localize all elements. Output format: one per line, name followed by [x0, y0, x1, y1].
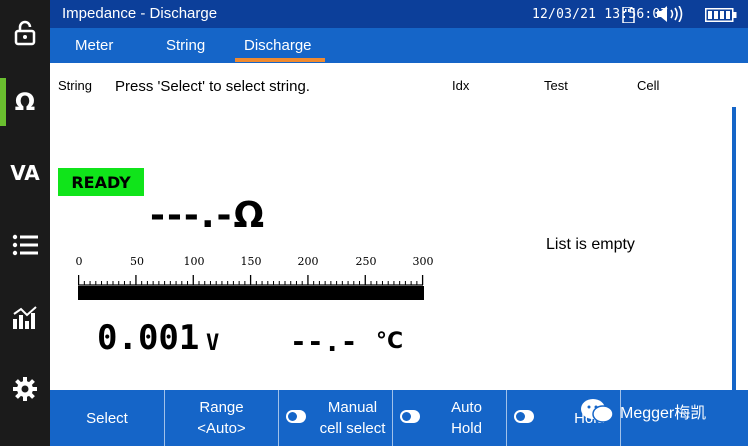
hold-toggle[interactable]	[514, 410, 534, 423]
list-empty-message: List is empty	[546, 236, 635, 253]
auto-hold-text: Auto Hold	[451, 397, 482, 439]
range-button[interactable]: Range <Auto>	[165, 390, 278, 446]
tab-discharge[interactable]: Discharge	[244, 37, 312, 54]
scale-label: 200	[297, 255, 319, 268]
gear-icon	[13, 377, 37, 401]
watermark-text: Megger梅凯	[620, 405, 707, 422]
voltage-value: 0.001	[97, 318, 200, 358]
manual-cell-text: Manual cell select	[320, 397, 386, 439]
battery-icon	[705, 8, 737, 22]
manual-cell-select-button[interactable]: Manual cell select	[279, 390, 392, 446]
manual-cell-label-2: cell select	[319, 420, 386, 437]
range-label: Range	[199, 399, 244, 416]
impedance-readout: ---.-Ω	[150, 195, 266, 236]
va-button[interactable]: VA	[0, 150, 50, 196]
select-button[interactable]: Select	[50, 390, 164, 446]
status-badge: READY	[58, 168, 144, 196]
speaker-icon	[657, 6, 683, 22]
column-idx: Idx	[452, 78, 470, 93]
settings-button[interactable]	[0, 366, 50, 412]
scale-label: 100	[183, 255, 205, 268]
auto-hold-label-2: Hold	[451, 420, 482, 437]
sd-card-icon	[622, 7, 635, 23]
manual-cell-toggle[interactable]	[286, 410, 306, 423]
title-bar: Impedance - Discharge 12/03/21 13:56:07	[50, 0, 748, 28]
tab-meter[interactable]: Meter	[75, 37, 113, 54]
temperature-unit: °C	[376, 329, 404, 354]
list-icon	[12, 234, 38, 256]
voltage-unit: V	[206, 331, 220, 356]
select-label: Select	[86, 409, 128, 427]
va-icon: VA	[10, 161, 40, 185]
active-tab-underline	[235, 58, 325, 62]
column-test: Test	[544, 78, 568, 93]
datetime: 12/03/21 13:56:07	[532, 7, 669, 22]
scale-label: 300	[412, 255, 434, 268]
ohm-button[interactable]: Ω	[0, 78, 50, 126]
wechat-icon	[581, 399, 614, 423]
unlock-icon	[14, 20, 36, 46]
impedance-bar	[78, 286, 424, 300]
manual-cell-label-1: Manual	[327, 399, 378, 416]
instruction-text: Press 'Select' to select string.	[115, 78, 310, 95]
impedance-unit: Ω	[233, 195, 267, 236]
column-cell: Cell	[637, 78, 660, 93]
range-value: <Auto>	[197, 420, 246, 437]
window-title: Impedance - Discharge	[62, 5, 218, 22]
auto-hold-label-1: Auto	[451, 399, 482, 416]
chart-icon	[13, 306, 37, 329]
scale-label: 0	[75, 255, 83, 268]
trend-button[interactable]	[0, 294, 50, 340]
scale-label: 250	[355, 255, 377, 268]
string-label: String	[58, 78, 92, 93]
list-button[interactable]	[0, 222, 50, 268]
scale-label: 50	[130, 255, 144, 268]
scale-label: 150	[240, 255, 262, 268]
watermark: Megger梅凯	[580, 398, 706, 424]
unlock-button[interactable]	[0, 8, 50, 58]
tab-string[interactable]: String	[166, 37, 205, 54]
temperature-value: --.-	[290, 325, 358, 358]
auto-hold-toggle[interactable]	[400, 410, 420, 423]
sidebar: Ω VA	[0, 0, 50, 446]
list-scrollbar[interactable]	[732, 107, 736, 390]
impedance-value: ---.-	[150, 195, 234, 236]
ohm-icon: Ω	[14, 88, 36, 116]
auto-hold-button[interactable]: Auto Hold	[393, 390, 506, 446]
tab-bar: Meter String Discharge	[50, 28, 748, 63]
main-content: String Press 'Select' to select string. …	[50, 63, 748, 390]
